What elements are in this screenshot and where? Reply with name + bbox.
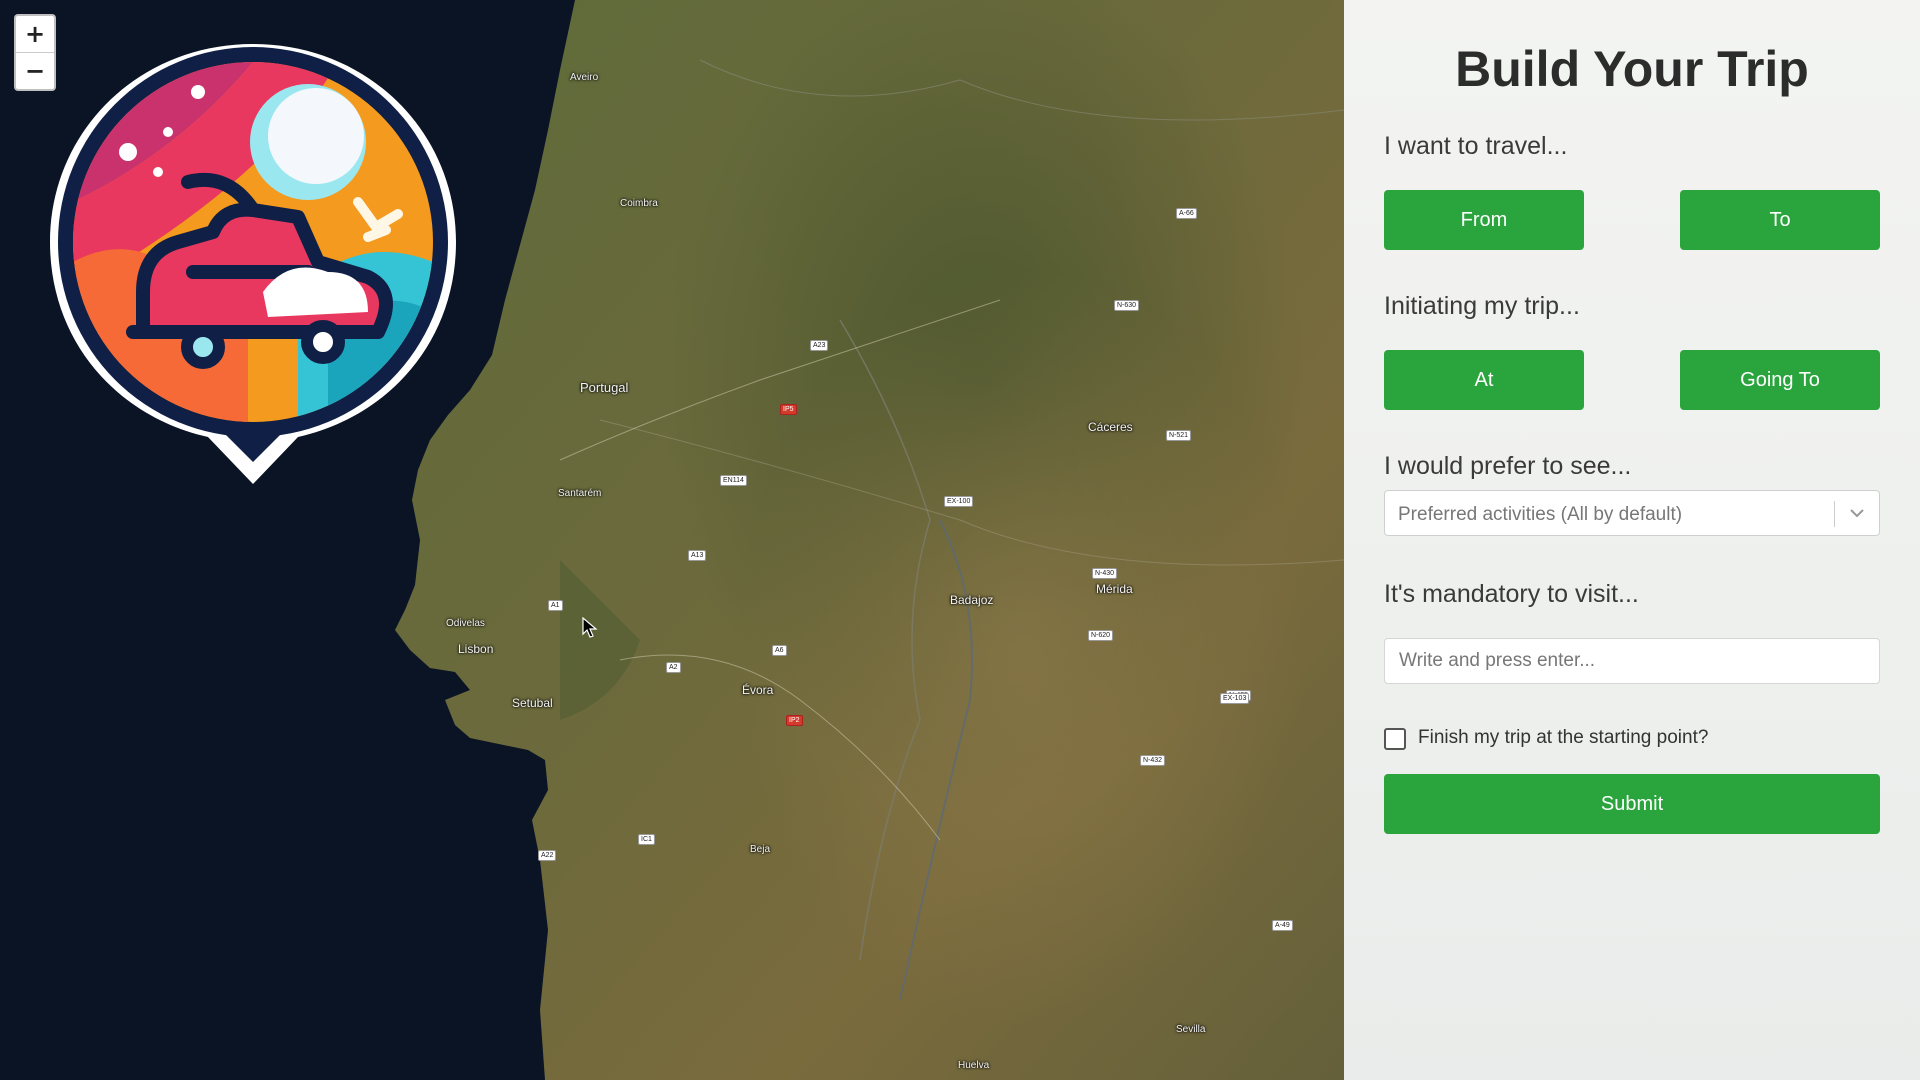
prefer-label: I would prefer to see...	[1384, 452, 1632, 480]
road-shield: A-66	[1176, 208, 1197, 219]
road-shield: N-630	[1114, 300, 1140, 311]
road-shield: IP5	[780, 404, 797, 415]
mouse-cursor-icon	[582, 617, 598, 638]
at-button[interactable]: At	[1384, 350, 1584, 410]
road-shield: N-620	[1088, 630, 1114, 641]
travel-label: I want to travel...	[1384, 132, 1568, 160]
map-label: Setubal	[512, 696, 553, 710]
map-label: Odivelas	[446, 618, 485, 629]
from-button[interactable]: From	[1384, 190, 1584, 250]
travel-car-pin-icon	[50, 44, 456, 484]
mandatory-label: It's mandatory to visit...	[1384, 580, 1639, 608]
map-view[interactable]: + − Portugal Lisbon Setubal Odivelas Évo…	[0, 0, 1344, 1080]
select-divider	[1834, 501, 1835, 527]
road-shield: EX-103	[1220, 693, 1250, 704]
map-label: Portugal	[580, 380, 629, 395]
road-shield: IP2	[786, 715, 803, 726]
map-label: Badajoz	[950, 593, 994, 607]
initiating-label: Initiating my trip...	[1384, 292, 1580, 320]
road-shield: EX-100	[944, 496, 974, 507]
road-shield: A1	[548, 600, 563, 611]
map-label: Évora	[742, 683, 774, 697]
road-shield: A6	[772, 645, 787, 656]
activities-select[interactable]: Preferred activities (All by default)	[1384, 490, 1880, 536]
going-to-button[interactable]: Going To	[1680, 350, 1880, 410]
map-label: Santarém	[558, 488, 602, 499]
road-shield: N-521	[1166, 430, 1192, 441]
road-shield: A-49	[1272, 920, 1293, 931]
zoom-control: + −	[14, 14, 56, 91]
map-label: Mérida	[1096, 582, 1133, 596]
zoom-in-button[interactable]: +	[16, 16, 54, 52]
to-button[interactable]: To	[1680, 190, 1880, 250]
road-shield: A22	[538, 850, 557, 861]
mandatory-visit-input[interactable]	[1384, 638, 1880, 684]
map-label: Cáceres	[1088, 420, 1133, 434]
page-title: Build Your Trip	[1455, 41, 1809, 97]
road-shield: N-432	[1140, 755, 1166, 766]
map-label: Aveiro	[570, 72, 599, 83]
activities-select-placeholder: Preferred activities (All by default)	[1398, 504, 1683, 525]
road-shield: A13	[688, 550, 707, 561]
finish-at-start-label: Finish my trip at the starting point?	[1418, 727, 1709, 748]
chevron-down-icon[interactable]	[1847, 503, 1867, 523]
finish-at-start-checkbox[interactable]	[1384, 728, 1406, 750]
road-shield: EN114	[720, 475, 747, 486]
map-label: Lisbon	[458, 642, 494, 656]
zoom-out-button[interactable]: −	[16, 52, 54, 89]
map-label: Huelva	[958, 1060, 990, 1071]
submit-button[interactable]: Submit	[1384, 774, 1880, 834]
map-label: Coimbra	[620, 198, 658, 209]
road-shield: A23	[810, 340, 829, 351]
trip-builder-panel: Build Your Trip I want to travel... From…	[1344, 0, 1920, 1080]
road-shield: A2	[666, 662, 681, 673]
map-label: Sevilla	[1176, 1024, 1206, 1035]
road-shield: N-430	[1092, 568, 1118, 579]
road-shield: IC1	[638, 834, 655, 845]
map-label: Beja	[750, 844, 771, 855]
